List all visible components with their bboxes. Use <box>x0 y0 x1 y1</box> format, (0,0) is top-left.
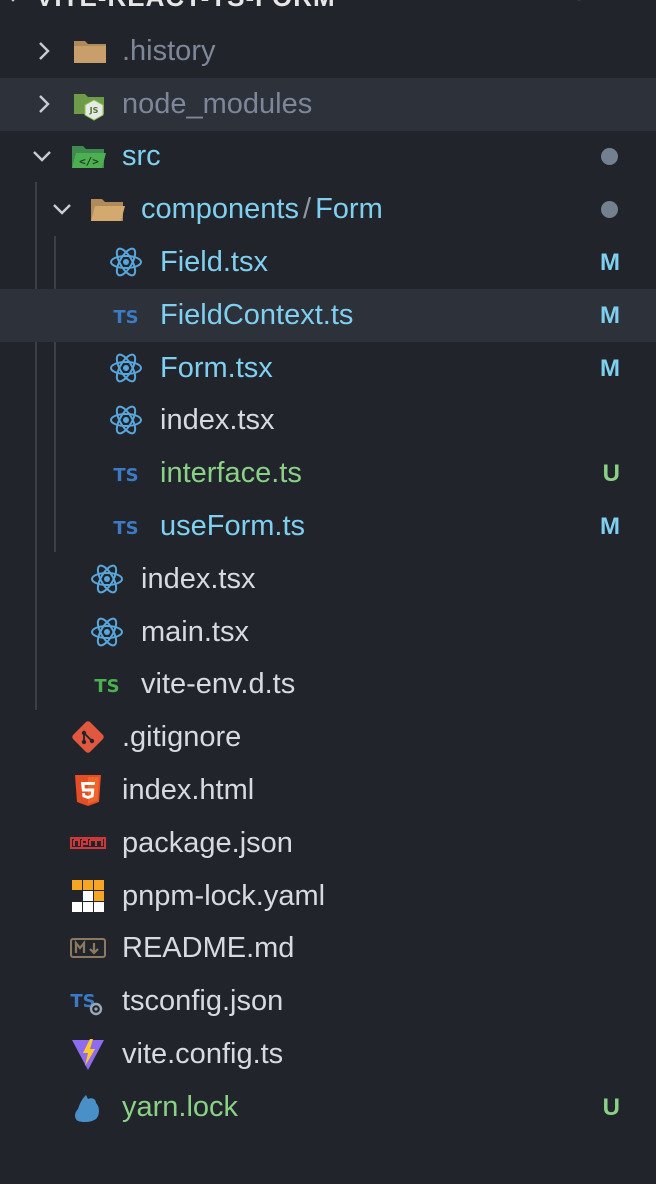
vite-icon <box>72 1039 104 1070</box>
react-icon <box>91 617 123 647</box>
pnpm-icon <box>72 880 104 912</box>
new-file-icon[interactable] <box>452 0 482 12</box>
chevron-down-icon[interactable] <box>4 0 22 6</box>
git-status-badge: M <box>600 513 620 540</box>
tree-item-label: yarn.lock <box>122 1091 239 1123</box>
typescript-def-icon: TS <box>94 676 119 697</box>
tree-item-interface-ts[interactable]: TS interface.ts U <box>0 447 656 500</box>
svg-text:TS: TS <box>113 307 138 328</box>
tree-item-label: vite-env.d.ts <box>141 668 296 700</box>
tree-item-readme[interactable]: README.md <box>0 922 656 975</box>
react-icon <box>91 564 123 594</box>
git-status-badge: M <box>600 355 620 382</box>
folder-open-icon <box>91 199 125 221</box>
explorer-header: VITE-REACT-TS-FORM <box>0 0 656 12</box>
git-status-badge: U <box>602 1094 620 1121</box>
workspace-title[interactable]: VITE-REACT-TS-FORM <box>36 0 336 13</box>
tree-item-label: node_modules <box>122 88 313 120</box>
git-status-badge: M <box>600 302 620 329</box>
tree-item-label: .history <box>122 35 216 67</box>
folder-segment-components[interactable]: components <box>141 193 299 225</box>
tree-item-label: index.tsx <box>160 404 275 436</box>
svg-text:TS: TS <box>113 518 138 539</box>
npm-icon <box>70 837 106 849</box>
header-actions <box>452 0 650 12</box>
react-icon <box>110 247 142 277</box>
typescript-icon: TS <box>113 518 138 539</box>
git-icon <box>72 721 104 753</box>
tree-item-components-form[interactable]: components / Form <box>0 183 656 236</box>
tree-item-label: .gitignore <box>122 721 242 753</box>
tree-item-label: vite.config.ts <box>122 1038 284 1070</box>
tree-item-pnpm-lock[interactable]: pnpm-lock.yaml <box>0 870 656 923</box>
chevron-right-icon[interactable] <box>32 92 56 116</box>
tree-item-node-modules[interactable]: JS node_modules <box>0 78 656 131</box>
react-icon <box>110 405 142 435</box>
svg-text:TS: TS <box>94 676 119 697</box>
tree-item-vite-config[interactable]: vite.config.ts <box>0 1028 656 1081</box>
tree-item-index-html[interactable]: index.html <box>0 764 656 817</box>
tree-item-label: Field.tsx <box>160 246 268 278</box>
svg-text:</>: </> <box>79 155 99 168</box>
tree-item-src-index-tsx[interactable]: index.tsx <box>0 553 656 606</box>
tree-item-label: package.json <box>122 827 293 859</box>
typescript-icon: TS <box>113 307 138 328</box>
collapse-all-icon[interactable] <box>620 0 650 12</box>
git-status-badge: M <box>600 249 620 276</box>
folder-segment-form[interactable]: Form <box>315 193 383 225</box>
tree-item-tsconfig[interactable]: TS tsconfig.json <box>0 975 656 1028</box>
tree-item-label: index.tsx <box>141 563 256 595</box>
tree-item-label: src <box>122 140 161 172</box>
src-folder-icon: </> <box>72 146 106 168</box>
chevron-down-icon[interactable] <box>30 144 54 168</box>
tree-item-form-index-tsx[interactable]: index.tsx <box>0 394 656 447</box>
tree-item-label: FieldContext.ts <box>160 299 354 331</box>
tree-item-label: interface.ts <box>160 457 302 489</box>
tree-item-yarn-lock[interactable]: yarn.lock U <box>0 1081 656 1134</box>
tree-item-history[interactable]: .history <box>0 25 656 78</box>
react-icon <box>110 353 142 383</box>
tree-item-form-tsx[interactable]: Form.tsx M <box>0 342 656 395</box>
tree-item-gitignore[interactable]: .gitignore <box>0 711 656 764</box>
tree-item-useform-ts[interactable]: TS useForm.ts M <box>0 500 656 553</box>
yarn-icon <box>75 1095 99 1123</box>
tree-item-src[interactable]: </> src <box>0 130 656 183</box>
tree-item-label: index.html <box>122 774 255 806</box>
modified-indicator-dot <box>601 148 618 165</box>
git-status-badge: U <box>602 460 620 487</box>
svg-text:JS: JS <box>89 106 99 115</box>
nodejs-folder-icon: JS <box>74 94 104 121</box>
tree-item-label: useForm.ts <box>160 510 306 542</box>
tree-item-vite-env[interactable]: TS vite-env.d.ts <box>0 658 656 711</box>
typescript-icon: TS <box>113 465 138 486</box>
path-separator: / <box>303 193 312 225</box>
tree-item-label: README.md <box>122 932 295 964</box>
refresh-icon[interactable] <box>564 0 594 12</box>
tree-item-label: main.tsx <box>141 616 249 648</box>
tree-item-fieldcontext-ts[interactable]: TS FieldContext.ts M <box>0 289 656 342</box>
file-explorer: VITE-REACT-TS-FORM <box>0 0 656 1184</box>
modified-indicator-dot <box>601 201 618 218</box>
folder-icon <box>74 41 106 63</box>
svg-text:TS: TS <box>113 465 138 486</box>
tree-item-label: pnpm-lock.yaml <box>122 880 326 912</box>
tree-item-label-compact: components / Form <box>141 183 383 236</box>
tree-item-main-tsx[interactable]: main.tsx <box>0 606 656 659</box>
tsconfig-icon: TS <box>70 991 103 1016</box>
markdown-icon <box>70 938 106 958</box>
tree-item-field-tsx[interactable]: Field.tsx M <box>0 236 656 289</box>
tree-item-package-json[interactable]: package.json <box>0 817 656 870</box>
chevron-down-icon[interactable] <box>50 197 74 221</box>
chevron-right-icon[interactable] <box>32 39 56 63</box>
tree-item-label: Form.tsx <box>160 352 273 384</box>
tree-item-label: tsconfig.json <box>122 985 284 1017</box>
html5-icon <box>75 775 101 806</box>
new-folder-icon[interactable] <box>508 0 538 12</box>
